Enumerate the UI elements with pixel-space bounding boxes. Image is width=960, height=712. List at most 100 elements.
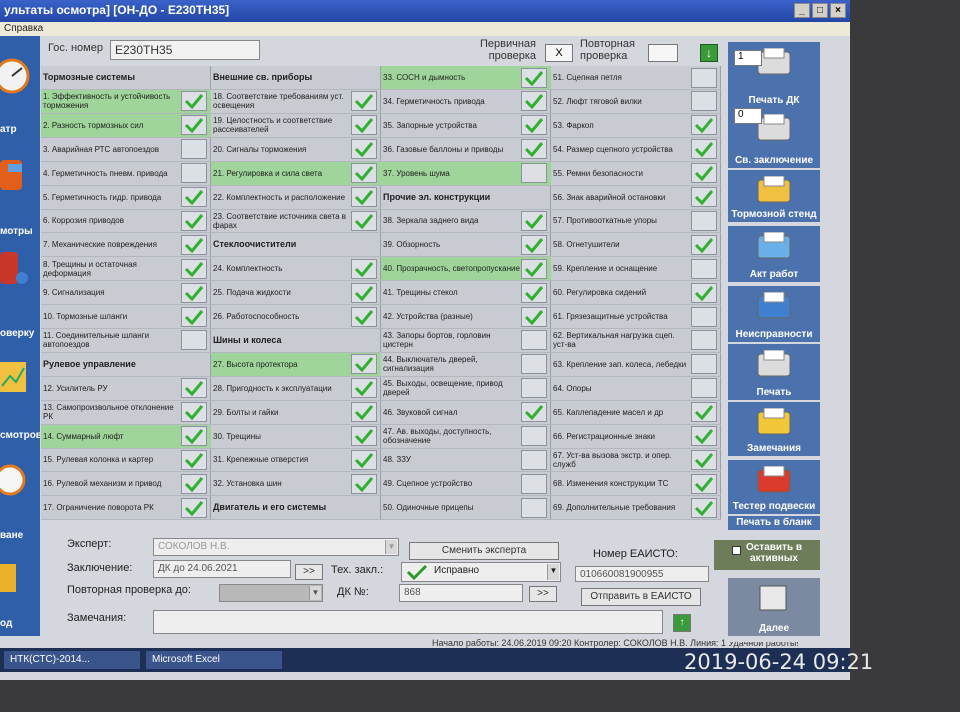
checklist-checkbox[interactable] <box>521 234 547 255</box>
checklist-checkbox[interactable] <box>181 187 207 207</box>
change-expert-button[interactable]: Сменить эксперта <box>409 542 559 560</box>
checklist-checkbox[interactable] <box>691 306 717 327</box>
expert-select[interactable]: СОКОЛОВ Н.В. ▼ <box>153 538 399 556</box>
leave-active-checkbox[interactable]: Оставить в активных <box>714 540 820 570</box>
checklist-checkbox[interactable] <box>691 67 717 88</box>
checklist-checkbox[interactable] <box>691 354 717 375</box>
checklist-checkbox[interactable] <box>691 139 717 160</box>
checklist-checkbox[interactable] <box>181 330 207 351</box>
checklist-checkbox[interactable] <box>521 282 547 303</box>
tech-select[interactable]: Исправно ▼ <box>401 562 561 582</box>
checklist-checkbox[interactable] <box>181 497 207 518</box>
checklist-checkbox[interactable] <box>351 91 377 112</box>
conclusion-more-button[interactable]: >> <box>295 564 323 580</box>
sidebar-item-1[interactable]: мотры <box>0 226 40 237</box>
checklist-checkbox[interactable] <box>521 115 547 136</box>
sidebar-item-4[interactable]: ване <box>0 530 40 541</box>
checklist-checkbox[interactable] <box>521 139 547 160</box>
checklist-checkbox[interactable] <box>181 210 207 231</box>
eaisto-number-field[interactable]: 010660081900955 <box>575 566 709 582</box>
checklist-checkbox[interactable] <box>521 330 547 351</box>
maximize-button[interactable]: □ <box>812 3 828 18</box>
checklist-checkbox[interactable] <box>181 115 207 136</box>
conclusion-field[interactable]: ДК до 24.06.2021 <box>153 560 291 578</box>
sidebar-item-0[interactable]: атр <box>0 124 40 135</box>
checklist-checkbox[interactable] <box>351 282 377 303</box>
checklist-checkbox[interactable] <box>691 497 717 518</box>
arrow-down-icon[interactable]: ↓ <box>700 44 718 62</box>
checklist-checkbox[interactable] <box>351 473 377 494</box>
checklist-checkbox[interactable] <box>521 91 547 112</box>
checklist-checkbox[interactable] <box>521 210 547 231</box>
action-button-7[interactable]: Тестер подвески <box>728 460 820 514</box>
checklist-checkbox[interactable] <box>521 163 547 184</box>
checklist-checkbox[interactable] <box>691 210 717 231</box>
chart-icon[interactable] <box>0 356 38 396</box>
remarks-field[interactable] <box>153 610 663 634</box>
checklist-checkbox[interactable] <box>521 67 547 88</box>
checklist-checkbox[interactable] <box>351 115 377 136</box>
checklist-checkbox[interactable] <box>521 473 547 494</box>
box-icon[interactable] <box>0 556 38 596</box>
gos-number-input[interactable]: Е230ТН35 <box>110 40 260 60</box>
checklist-checkbox[interactable] <box>181 234 207 255</box>
checklist-checkbox[interactable] <box>181 473 207 494</box>
next-button[interactable]: Далее <box>728 578 820 636</box>
tools-icon[interactable] <box>0 154 38 194</box>
checklist-checkbox[interactable] <box>691 330 717 351</box>
checklist-checkbox[interactable] <box>351 187 377 207</box>
action-button-6[interactable]: Замечания <box>728 402 820 456</box>
taskbar-item-app[interactable]: НТК(СТС)-2014... <box>4 651 140 669</box>
action-button-4[interactable]: Неисправности <box>728 286 820 342</box>
repeat-check-box[interactable] <box>648 44 678 62</box>
checklist-checkbox[interactable] <box>351 402 377 423</box>
checklist-checkbox[interactable] <box>521 449 547 470</box>
checklist-checkbox[interactable] <box>351 163 377 184</box>
checklist-checkbox[interactable] <box>691 91 717 112</box>
checklist-checkbox[interactable] <box>181 258 207 279</box>
checklist-checkbox[interactable] <box>351 258 377 279</box>
checklist-checkbox[interactable] <box>181 449 207 470</box>
checklist-checkbox[interactable] <box>691 426 717 446</box>
checklist-checkbox[interactable] <box>351 139 377 160</box>
checklist-checkbox[interactable] <box>181 378 207 399</box>
sidebar-item-5[interactable]: од <box>0 618 40 629</box>
checklist-checkbox[interactable] <box>521 354 547 375</box>
gauge-icon[interactable] <box>0 56 38 96</box>
checklist-checkbox[interactable] <box>691 402 717 423</box>
checklist-checkbox[interactable] <box>351 306 377 327</box>
checklist-checkbox[interactable] <box>181 282 207 303</box>
checklist-checkbox[interactable] <box>521 426 547 446</box>
checklist-checkbox[interactable] <box>351 426 377 446</box>
action-button-2[interactable]: Тормозной стенд <box>728 170 820 222</box>
checklist-checkbox[interactable] <box>181 139 207 160</box>
checklist-checkbox[interactable] <box>181 306 207 327</box>
arrow-up-icon[interactable]: ↑ <box>673 614 691 632</box>
checklist-checkbox[interactable] <box>521 497 547 518</box>
checklist-checkbox[interactable] <box>181 91 207 112</box>
checklist-checkbox[interactable] <box>521 402 547 423</box>
print-dk-copies-spinner[interactable]: 1 <box>734 50 762 66</box>
send-eaisto-button[interactable]: Отправить в ЕАИСТО <box>581 588 701 606</box>
repeat-until-select[interactable]: ▼ <box>219 584 323 602</box>
checklist-checkbox[interactable] <box>691 378 717 399</box>
primary-check-box[interactable]: X <box>545 44 573 62</box>
checklist-checkbox[interactable] <box>351 378 377 399</box>
checklist-checkbox[interactable] <box>691 115 717 136</box>
flask-icon[interactable] <box>0 248 38 288</box>
checklist-checkbox[interactable] <box>181 426 207 446</box>
conclusion-copies-spinner[interactable]: 0 <box>734 108 762 124</box>
clock-icon[interactable] <box>0 460 38 500</box>
checklist-checkbox[interactable] <box>691 282 717 303</box>
checklist-checkbox[interactable] <box>351 354 377 375</box>
checklist-checkbox[interactable] <box>521 378 547 399</box>
checklist-checkbox[interactable] <box>691 449 717 470</box>
checklist-checkbox[interactable] <box>691 234 717 255</box>
taskbar-item-excel[interactable]: Microsoft Excel <box>146 651 282 669</box>
dk-more-button[interactable]: >> <box>529 586 557 602</box>
action-button-3[interactable]: Акт работ <box>728 226 820 282</box>
checklist-checkbox[interactable] <box>181 402 207 423</box>
checklist-checkbox[interactable] <box>181 163 207 184</box>
dk-number-field[interactable]: 868 <box>399 584 523 602</box>
checklist-checkbox[interactable] <box>351 449 377 470</box>
